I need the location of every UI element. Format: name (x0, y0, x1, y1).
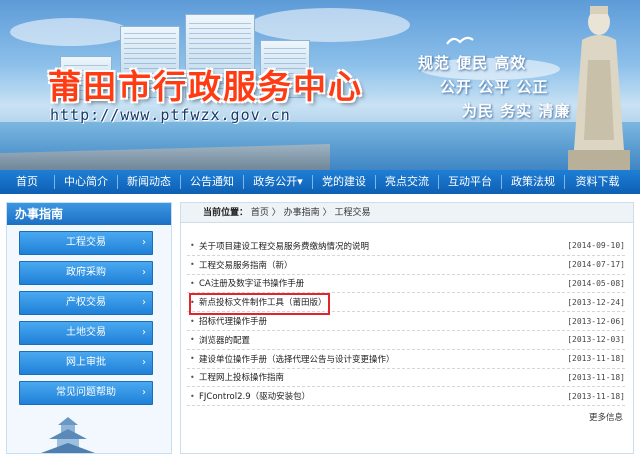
sidebar-heading: 办事指南 (7, 203, 171, 225)
article-date: [2013-11-18] (567, 354, 625, 364)
sidebar: 办事指南 工程交易 › 政府采购 › 产权交易 › 土地交易 › 网上审批 › … (6, 202, 172, 454)
nav-item-downloads[interactable]: 资料下载 (565, 170, 630, 194)
slogan-line: 公开 公平 公正 (440, 78, 549, 96)
sidebar-item-label: 产权交易 (66, 297, 106, 308)
article-link[interactable]: 建设单位操作手册（选择代理公告与设计变更操作） (199, 353, 545, 365)
article-link[interactable]: 工程交易服务指南（新） (199, 259, 545, 271)
breadcrumb-separator: 〉 (322, 208, 332, 218)
sidebar-item-label: 工程交易 (66, 237, 106, 248)
article-date: [2013-12-24] (567, 297, 625, 307)
chevron-right-icon: › (142, 387, 146, 398)
article-date: [2014-05-08] (567, 278, 625, 288)
breadcrumb-separator: 〉 (271, 208, 281, 218)
article-link[interactable]: 工程网上投标操作指南 (199, 371, 545, 383)
bullet-icon: • (190, 335, 195, 345)
site-banner: 莆田市行政服务中心 http://www.ptfwzx.gov.cn 规范 便民… (0, 0, 640, 170)
article-date: [2013-11-18] (567, 391, 625, 401)
bullet-icon: • (190, 391, 195, 401)
nav-item-gov-affairs[interactable]: 政务公开▾ (244, 170, 312, 194)
article-date: [2014-09-10] (567, 241, 625, 251)
bullet-icon: • (190, 372, 195, 382)
sidebar-item-engineering-trade[interactable]: 工程交易 › (19, 231, 153, 255)
list-item: • 浏览器的配置 [2013-12-03] (187, 331, 625, 350)
bullet-icon: • (190, 260, 195, 270)
highlight-box (189, 293, 330, 315)
sidebar-item-online-approval[interactable]: 网上审批 › (19, 351, 153, 375)
slogan-line: 规范 便民 高效 (418, 54, 527, 72)
bullet-icon: • (190, 354, 195, 364)
nav-item-news[interactable]: 新闻动态 (118, 170, 180, 194)
article-date: [2013-11-18] (567, 372, 625, 382)
cloud-decoration (10, 18, 130, 46)
nav-item-interaction[interactable]: 互动平台 (439, 170, 501, 194)
statue-icon (568, 6, 630, 170)
pagoda-icon (41, 417, 95, 453)
article-list: • 关于项目建设工程交易服务费缴纳情况的说明 [2014-09-10] • 工程… (187, 237, 625, 407)
nav-item-policy[interactable]: 政策法规 (502, 170, 564, 194)
nav-item-about[interactable]: 中心简介 (55, 170, 117, 194)
article-link[interactable]: FJControl2.9（驱动安装包） (199, 390, 545, 402)
list-item: • CA注册及数字证书操作手册 [2014-05-08] (187, 275, 625, 294)
article-date: [2013-12-03] (567, 335, 625, 345)
seagull-icon (446, 36, 474, 45)
more-link[interactable]: 更多信息 (589, 411, 623, 423)
sidebar-item-gov-procurement[interactable]: 政府采购 › (19, 261, 153, 285)
main-content: 当前位置： 首页 〉 办事指南 〉 工程交易 • 关于项目建设工程交易服务费缴纳… (180, 202, 634, 454)
article-date: [2013-12-06] (567, 316, 625, 326)
sidebar-item-label: 网上审批 (66, 357, 106, 368)
chevron-right-icon: › (142, 297, 146, 308)
sidebar-item-property-trade[interactable]: 产权交易 › (19, 291, 153, 315)
cloud-decoration (250, 8, 410, 42)
nav-item-highlights[interactable]: 亮点交流 (376, 170, 438, 194)
chevron-right-icon: › (142, 267, 146, 278)
nav-item-notices[interactable]: 公告通知 (181, 170, 243, 194)
site-url: http://www.ptfwzx.gov.cn (50, 106, 291, 124)
sidebar-item-label: 政府采购 (66, 267, 106, 278)
sidebar-item-land-trade[interactable]: 土地交易 › (19, 321, 153, 345)
breadcrumb-level1[interactable]: 办事指南 (284, 208, 320, 218)
list-item: • 建设单位操作手册（选择代理公告与设计变更操作） [2013-11-18] (187, 350, 625, 369)
bullet-icon: • (190, 241, 195, 251)
list-item: • 工程交易服务指南（新） [2014-07-17] (187, 256, 625, 275)
breadcrumb-home[interactable]: 首页 (251, 208, 269, 218)
article-date: [2014-07-17] (567, 260, 625, 270)
site-title: 莆田市行政服务中心 (48, 67, 363, 106)
article-link[interactable]: 招标代理操作手册 (199, 315, 545, 327)
chevron-right-icon: › (142, 327, 146, 338)
bullet-icon: • (190, 278, 195, 288)
sidebar-item-label: 常见问题帮助 (56, 387, 116, 398)
sidebar-item-faq[interactable]: 常见问题帮助 › (19, 381, 153, 405)
list-item: • FJControl2.9（驱动安装包） [2013-11-18] (187, 387, 625, 407)
main-nav: 首页 中心简介 新闻动态 公告通知 政务公开▾ 党的建设 亮点交流 互动平台 政… (0, 170, 640, 194)
list-item: • 关于项目建设工程交易服务费缴纳情况的说明 [2014-09-10] (187, 237, 625, 256)
sidebar-item-label: 土地交易 (66, 327, 106, 338)
article-link[interactable]: 关于项目建设工程交易服务费缴纳情况的说明 (199, 240, 545, 252)
bullet-icon: • (190, 316, 195, 326)
list-item: • 工程网上投标操作指南 [2013-11-18] (187, 369, 625, 388)
nav-item-home[interactable]: 首页 (0, 170, 54, 194)
article-link[interactable]: CA注册及数字证书操作手册 (199, 277, 545, 289)
breadcrumb-label: 当前位置： (203, 208, 249, 218)
chevron-right-icon: › (142, 357, 146, 368)
nav-item-party[interactable]: 党的建设 (313, 170, 375, 194)
slogan-line: 为民 务实 清廉 (462, 102, 571, 120)
chevron-right-icon: › (142, 237, 146, 248)
breadcrumb: 当前位置： 首页 〉 办事指南 〉 工程交易 (181, 203, 633, 223)
article-link[interactable]: 浏览器的配置 (199, 334, 545, 346)
breadcrumb-level2: 工程交易 (334, 208, 371, 218)
list-item: • 招标代理操作手册 [2013-12-06] (187, 312, 625, 331)
